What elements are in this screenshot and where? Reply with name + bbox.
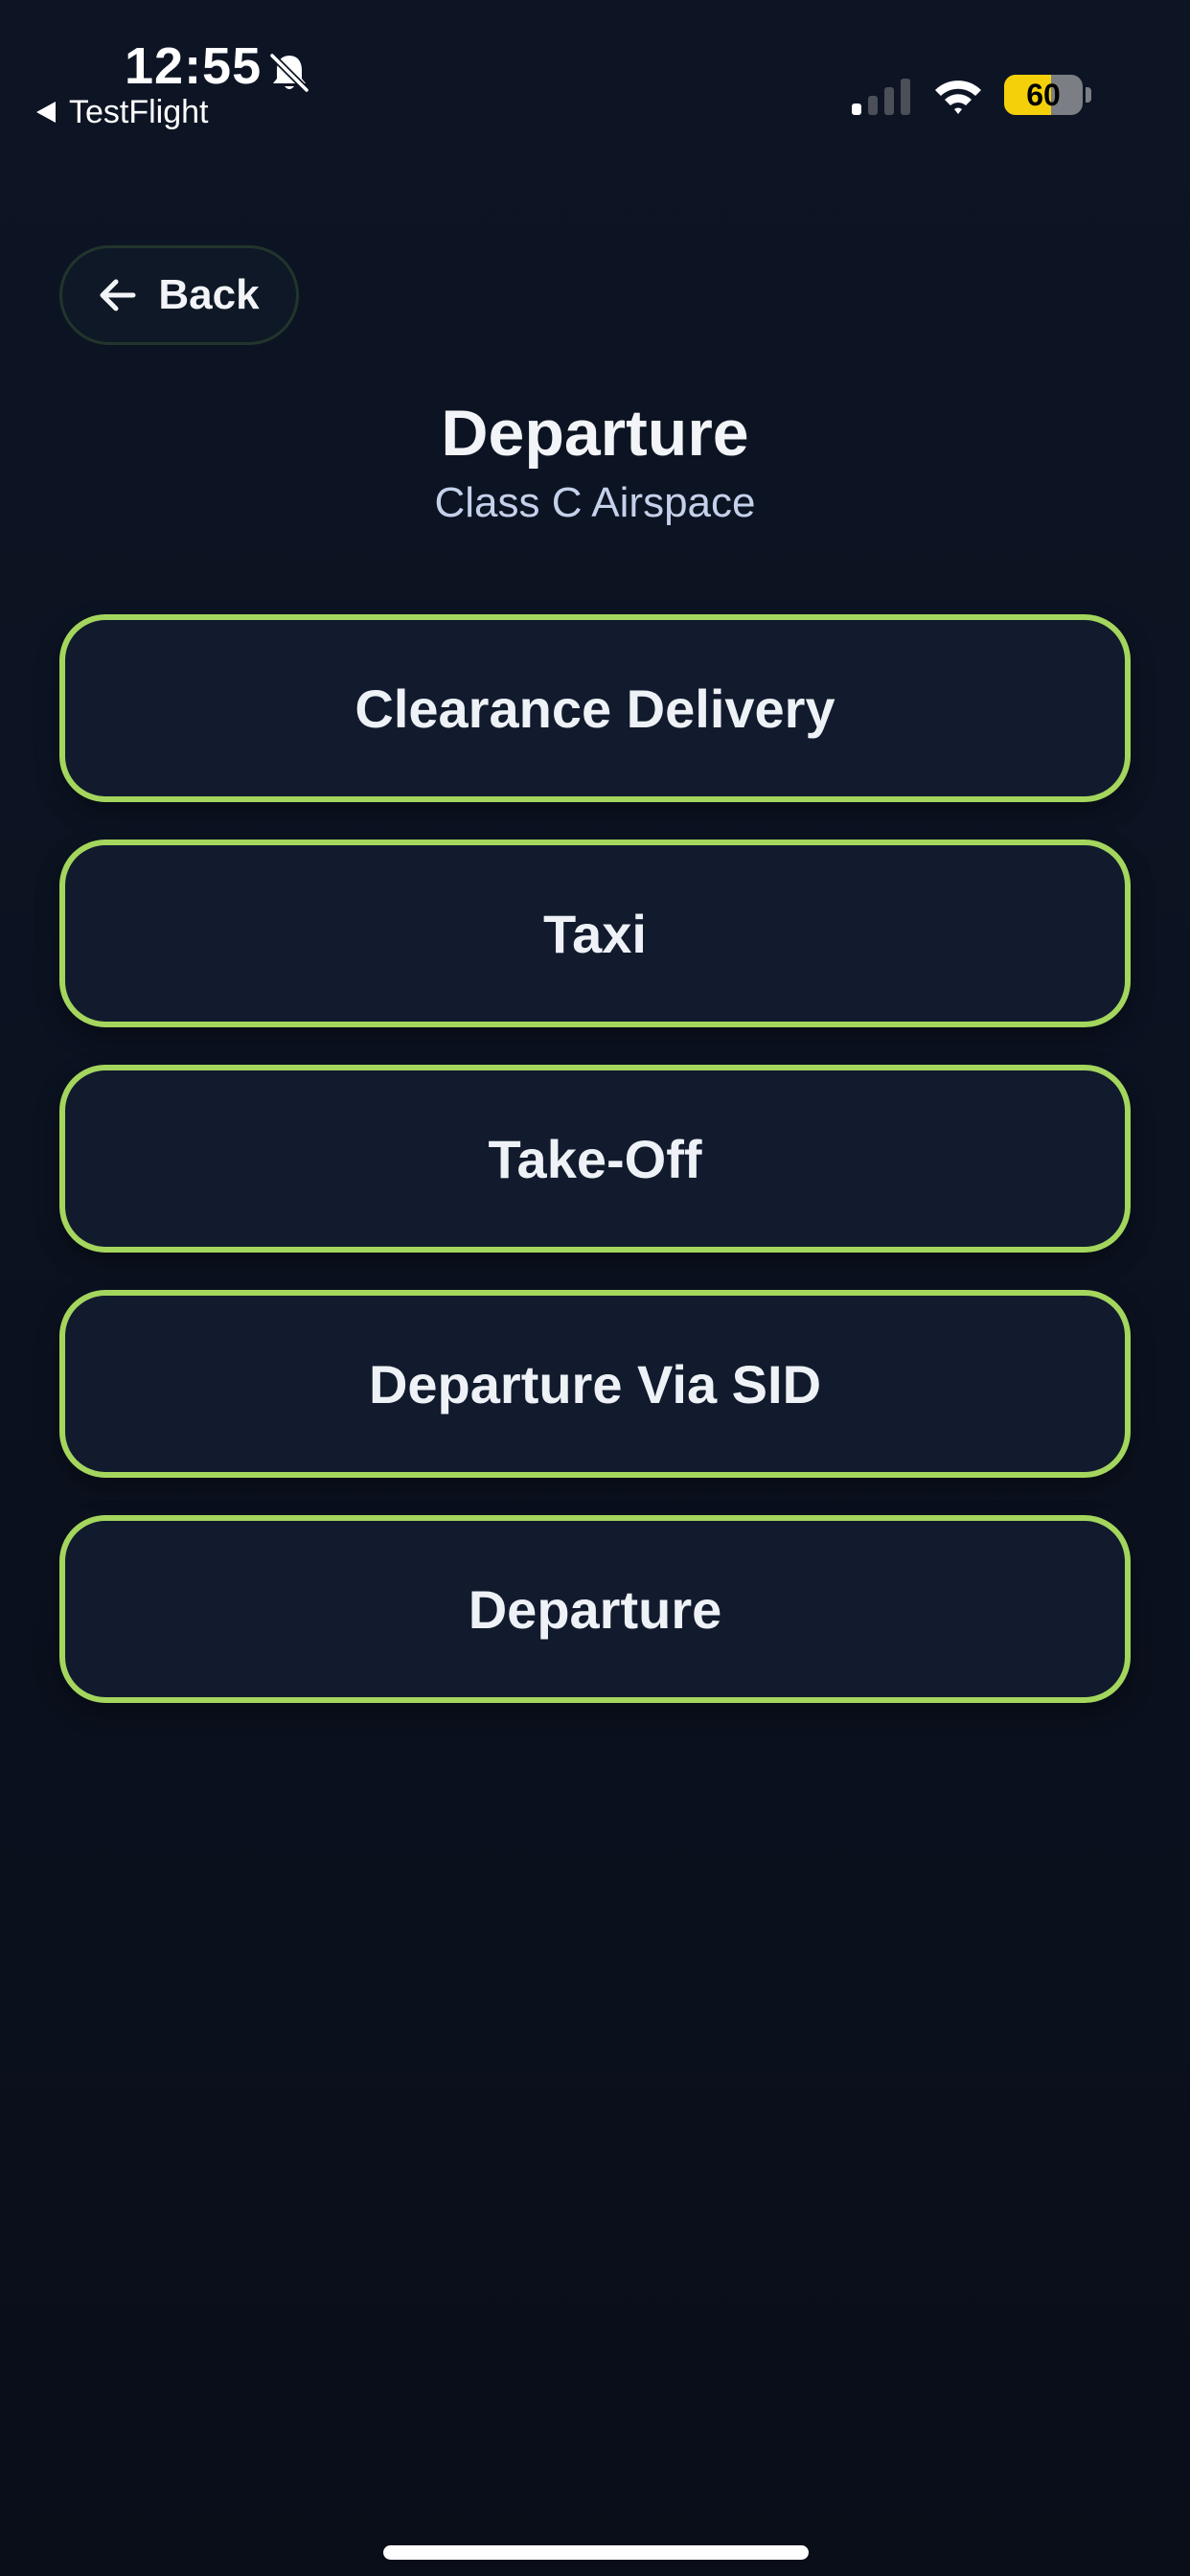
wifi-icon bbox=[935, 80, 981, 114]
cellular-signal-icon bbox=[852, 79, 910, 115]
page-title: Departure bbox=[441, 397, 749, 470]
testflight-label: TestFlight bbox=[69, 94, 209, 130]
clearance-delivery-button[interactable]: Clearance Delivery bbox=[59, 614, 1131, 802]
departure-via-sid-button[interactable]: Departure Via SID bbox=[59, 1290, 1131, 1478]
arrow-left-icon bbox=[100, 279, 136, 311]
page-subtitle: Class C Airspace bbox=[434, 479, 756, 526]
departure-button[interactable]: Departure bbox=[59, 1515, 1131, 1703]
back-button[interactable]: Back bbox=[59, 245, 299, 345]
testflight-back-link[interactable]: TestFlight bbox=[36, 96, 209, 128]
battery-percentage: 60 bbox=[1026, 77, 1061, 112]
take-off-button[interactable]: Take-Off bbox=[59, 1065, 1131, 1253]
back-button-label: Back bbox=[158, 271, 260, 318]
home-indicator[interactable] bbox=[383, 2545, 809, 2560]
taxi-button[interactable]: Taxi bbox=[59, 840, 1131, 1027]
status-time: 12:55 bbox=[125, 37, 263, 95]
bell-slash-icon bbox=[269, 53, 309, 93]
back-triangle-icon bbox=[36, 102, 56, 123]
options-list: Clearance Delivery Taxi Take-Off Departu… bbox=[59, 614, 1131, 1740]
battery-indicator: 60 bbox=[1004, 75, 1083, 115]
battery-cap bbox=[1086, 87, 1091, 103]
